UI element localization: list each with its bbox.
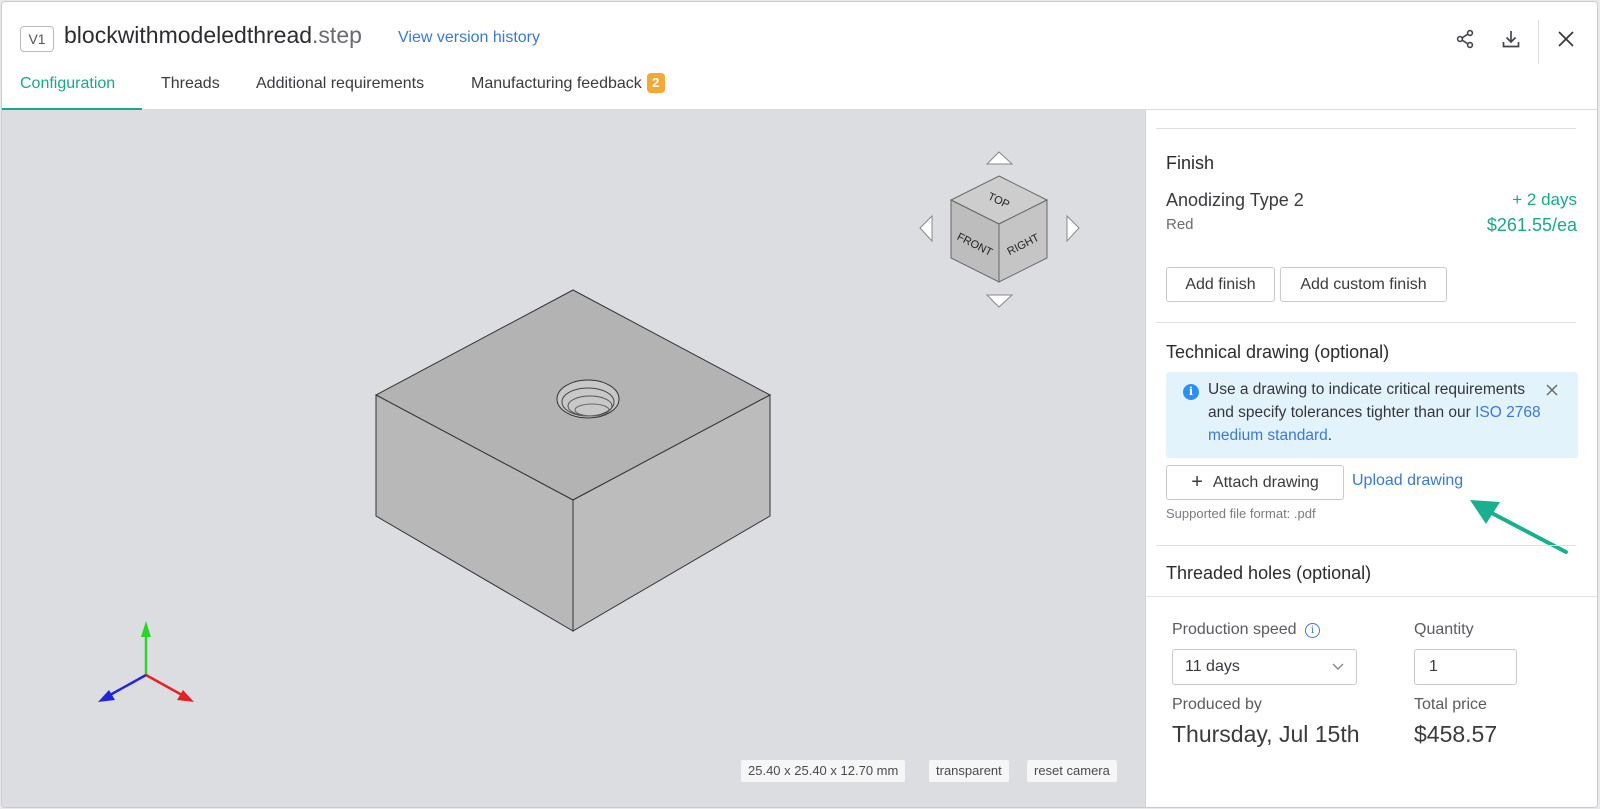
- production-speed-label: Production speed i: [1172, 621, 1320, 639]
- info-end: .: [1327, 427, 1333, 444]
- tab-label: Manufacturing feedback: [471, 75, 642, 92]
- tab-label: Configuration: [20, 75, 116, 92]
- download-icon[interactable]: [1496, 24, 1526, 54]
- total-price-label: Total price: [1414, 696, 1487, 713]
- finish-section-title: Finish: [1166, 153, 1215, 173]
- attach-drawing-label: Attach drawing: [1212, 474, 1319, 491]
- section-divider: [1156, 128, 1576, 129]
- file-extension: .step: [312, 22, 362, 48]
- panel-scroll-area[interactable]: Finish Anodizing Type 2 Red + 2 days $26…: [1146, 110, 1597, 608]
- threaded-holes-title: Threaded holes (optional): [1166, 563, 1372, 583]
- rotate-up-arrow: [985, 151, 1014, 165]
- view-version-history-link[interactable]: View version history: [398, 29, 540, 47]
- rotate-left-arrow: [919, 214, 933, 243]
- production-speed-value: 11 days: [1185, 658, 1240, 675]
- view-cube[interactable]: TOP FRONT RIGHT: [949, 175, 1049, 283]
- total-price-value: $458.57: [1414, 721, 1498, 747]
- produced-by-label: Produced by: [1172, 696, 1262, 713]
- plus-icon: +: [1191, 471, 1203, 493]
- tab-manufacturing-feedback[interactable]: Manufacturing feedback 2: [471, 66, 665, 110]
- close-icon-glyph: [1558, 31, 1574, 47]
- production-speed-select[interactable]: 11 days: [1172, 649, 1357, 685]
- reset-camera-button[interactable]: reset camera: [1027, 760, 1117, 782]
- header-divider: [1538, 20, 1539, 64]
- section-divider: [1156, 322, 1576, 323]
- configuration-panel: Finish Anodizing Type 2 Red + 2 days $26…: [1145, 110, 1597, 807]
- quantity-input[interactable]: [1414, 649, 1517, 685]
- file-name: blockwithmodeledthread: [64, 22, 313, 48]
- part-model[interactable]: [374, 289, 772, 632]
- annotation-arrow-icon: [1470, 500, 1568, 554]
- technical-drawing-title: Technical drawing (optional): [1166, 342, 1390, 362]
- modal-header: V1 blockwithmodeledthread.step View vers…: [2, 2, 1597, 110]
- close-info-icon[interactable]: [1546, 380, 1562, 396]
- share-icon-glyph: [1456, 29, 1474, 49]
- order-summary: Production speed i 11 days Quantity Prod…: [1146, 596, 1597, 807]
- dimensions-label: 25.40 x 25.40 x 12.70 mm: [741, 760, 906, 782]
- upload-drawing-link[interactable]: Upload drawing: [1352, 472, 1463, 490]
- tab-bar: Configuration Threads Additional require…: [2, 66, 1597, 110]
- version-badge: V1: [20, 26, 54, 52]
- info-icon: i: [1183, 384, 1199, 400]
- drawing-info-text: Use a drawing to indicate critical requi…: [1208, 378, 1553, 447]
- axes-triad: [98, 621, 194, 702]
- tab-label: Additional requirements: [256, 75, 425, 92]
- section-divider: [1156, 545, 1576, 546]
- add-custom-finish-button[interactable]: Add custom finish: [1280, 267, 1447, 302]
- tab-configuration[interactable]: Configuration: [2, 66, 142, 110]
- finish-name: Anodizing Type 2: [1166, 190, 1304, 210]
- add-finish-button[interactable]: Add finish: [1166, 267, 1275, 302]
- feedback-count-badge: 2: [646, 73, 665, 93]
- rotate-right-arrow: [1066, 214, 1080, 243]
- attach-drawing-button[interactable]: + Attach drawing: [1166, 465, 1344, 500]
- tab-additional-requirements[interactable]: Additional requirements: [256, 66, 424, 110]
- tab-threads[interactable]: Threads: [161, 66, 220, 110]
- finish-color: Red: [1166, 216, 1194, 233]
- viewer-canvas: TOP FRONT RIGHT: [98, 151, 1080, 702]
- finish-lead-time: + 2 days: [1512, 190, 1577, 209]
- chevron-down-icon: [1332, 663, 1344, 670]
- drawing-info-box: i Use a drawing to indicate critical req…: [1166, 372, 1578, 458]
- share-icon[interactable]: [1450, 24, 1480, 54]
- finish-price: $261.55/ea: [1486, 215, 1577, 235]
- 3d-viewer[interactable]: TOP FRONT RIGHT 25.40 x 25.40 x 12.70 mm…: [2, 110, 1145, 807]
- rotate-down-arrow: [985, 294, 1014, 308]
- produced-by-date: Thursday, Jul 15th: [1172, 721, 1360, 747]
- transparent-toggle[interactable]: transparent: [929, 760, 1009, 782]
- download-icon-glyph: [1502, 31, 1520, 48]
- close-icon[interactable]: [1551, 24, 1581, 54]
- part-configuration-modal: V1 blockwithmodeledthread.step View vers…: [1, 1, 1598, 808]
- tab-label: Threads: [161, 75, 220, 92]
- info-circle-icon[interactable]: i: [1304, 623, 1320, 638]
- quantity-label: Quantity: [1414, 621, 1474, 638]
- file-title: blockwithmodeledthread.step: [64, 22, 362, 49]
- production-speed-text: Production speed: [1172, 621, 1297, 638]
- supported-format-hint: Supported file format: .pdf: [1166, 506, 1316, 521]
